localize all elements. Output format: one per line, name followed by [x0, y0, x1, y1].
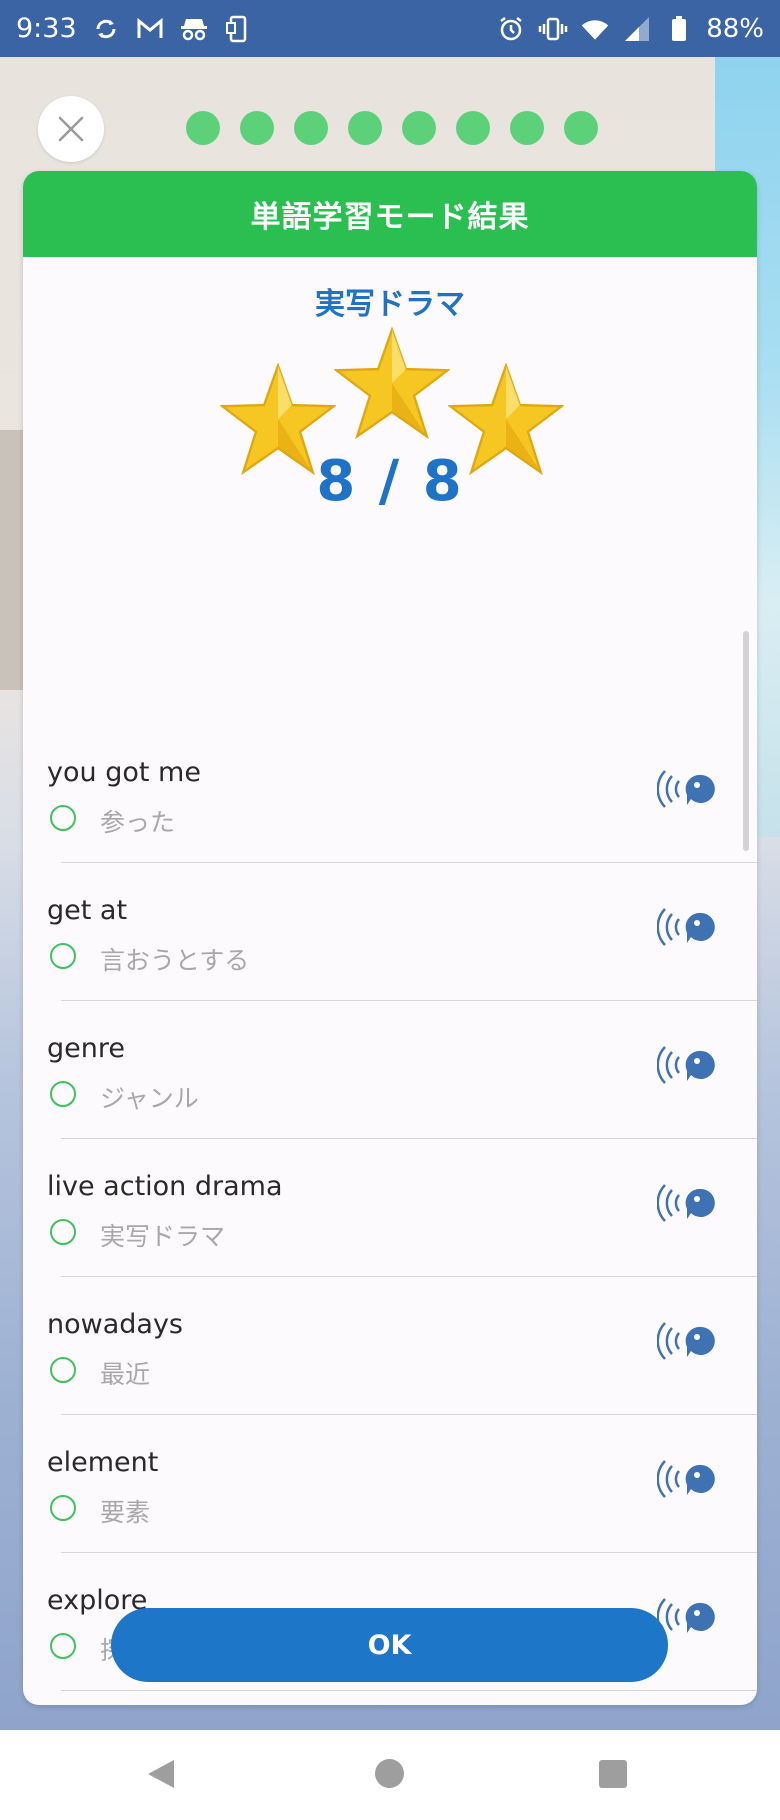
correct-circle-icon	[50, 1633, 76, 1659]
progress-dot	[510, 111, 544, 145]
speaker-icon[interactable]	[657, 1177, 719, 1229]
wifi-icon	[580, 14, 610, 44]
sync-icon	[91, 14, 121, 44]
speaker-icon[interactable]	[657, 901, 719, 953]
list-item: you got me 参った	[23, 725, 757, 863]
list-item: thriller ス	[23, 1691, 757, 1705]
speaker-icon[interactable]	[657, 1315, 719, 1367]
lesson-title: 実写ドラマ	[315, 287, 465, 322]
list-item: get at 言おうとする	[23, 863, 757, 1001]
speaker-icon[interactable]	[657, 1039, 719, 1091]
recent-apps-icon[interactable]	[599, 1760, 627, 1788]
meaning-text: 参った	[100, 808, 176, 837]
close-icon	[58, 116, 84, 142]
background-wall	[0, 430, 24, 690]
correct-circle-icon	[50, 1495, 76, 1521]
ok-button[interactable]: OK	[111, 1608, 668, 1682]
battery-percentage: 88%	[706, 13, 764, 44]
meaning-text: ジャンル	[100, 1084, 199, 1113]
star-icon	[220, 363, 336, 475]
meaning-text: 言おうとする	[100, 946, 250, 975]
word-text: get at	[47, 895, 128, 926]
speaker-icon[interactable]	[657, 1453, 719, 1505]
card-header: 単語学習モード結果	[23, 171, 757, 257]
navigation-bar	[0, 1730, 780, 1820]
battery-icon	[664, 14, 694, 44]
progress-dot	[348, 111, 382, 145]
word-list: you got me 参った get at 言おうとする genre ジャンル …	[23, 725, 757, 1705]
list-item: genre ジャンル	[23, 1001, 757, 1139]
word-text: element	[47, 1447, 159, 1478]
speaker-icon[interactable]	[657, 763, 719, 815]
progress-indicator	[186, 111, 598, 145]
incognito-icon	[179, 14, 209, 44]
progress-dot	[456, 111, 490, 145]
card-title: 単語学習モード結果	[250, 200, 530, 235]
list-item: element 要素	[23, 1415, 757, 1553]
list-item: nowadays 最近	[23, 1277, 757, 1415]
meaning-text: 実写ドラマ	[100, 1222, 226, 1251]
screenshot-icon	[223, 14, 253, 44]
scrollbar[interactable]	[743, 631, 749, 851]
star-icon	[334, 327, 450, 439]
signal-icon	[622, 14, 652, 44]
word-text: genre	[47, 1033, 125, 1064]
meaning-text: 要素	[100, 1498, 151, 1527]
word-text: live action drama	[47, 1171, 283, 1202]
correct-circle-icon	[50, 805, 76, 831]
meaning-text: 最近	[100, 1360, 151, 1389]
correct-circle-icon	[50, 1357, 76, 1383]
progress-dot	[240, 111, 274, 145]
progress-dot	[186, 111, 220, 145]
result-card: 単語学習モード結果 実写ドラマ 8 / 8 you got me 参った get…	[23, 171, 757, 1705]
correct-circle-icon	[50, 1219, 76, 1245]
status-time: 9:33	[16, 13, 77, 44]
star-icon	[448, 363, 564, 475]
progress-dot	[564, 111, 598, 145]
back-icon[interactable]	[146, 1758, 176, 1790]
star-rating	[23, 327, 757, 479]
list-item: live action drama 実写ドラマ	[23, 1139, 757, 1277]
word-text: nowadays	[47, 1309, 183, 1340]
status-bar: 9:33 88%	[0, 0, 780, 57]
correct-circle-icon	[50, 1081, 76, 1107]
alarm-icon	[496, 14, 526, 44]
progress-dot	[294, 111, 328, 145]
word-text: you got me	[47, 757, 201, 788]
home-icon[interactable]	[375, 1759, 404, 1788]
close-button[interactable]	[38, 96, 104, 162]
gmail-icon	[135, 14, 165, 44]
progress-dot	[402, 111, 436, 145]
correct-circle-icon	[50, 943, 76, 969]
vibrate-icon	[538, 14, 568, 44]
